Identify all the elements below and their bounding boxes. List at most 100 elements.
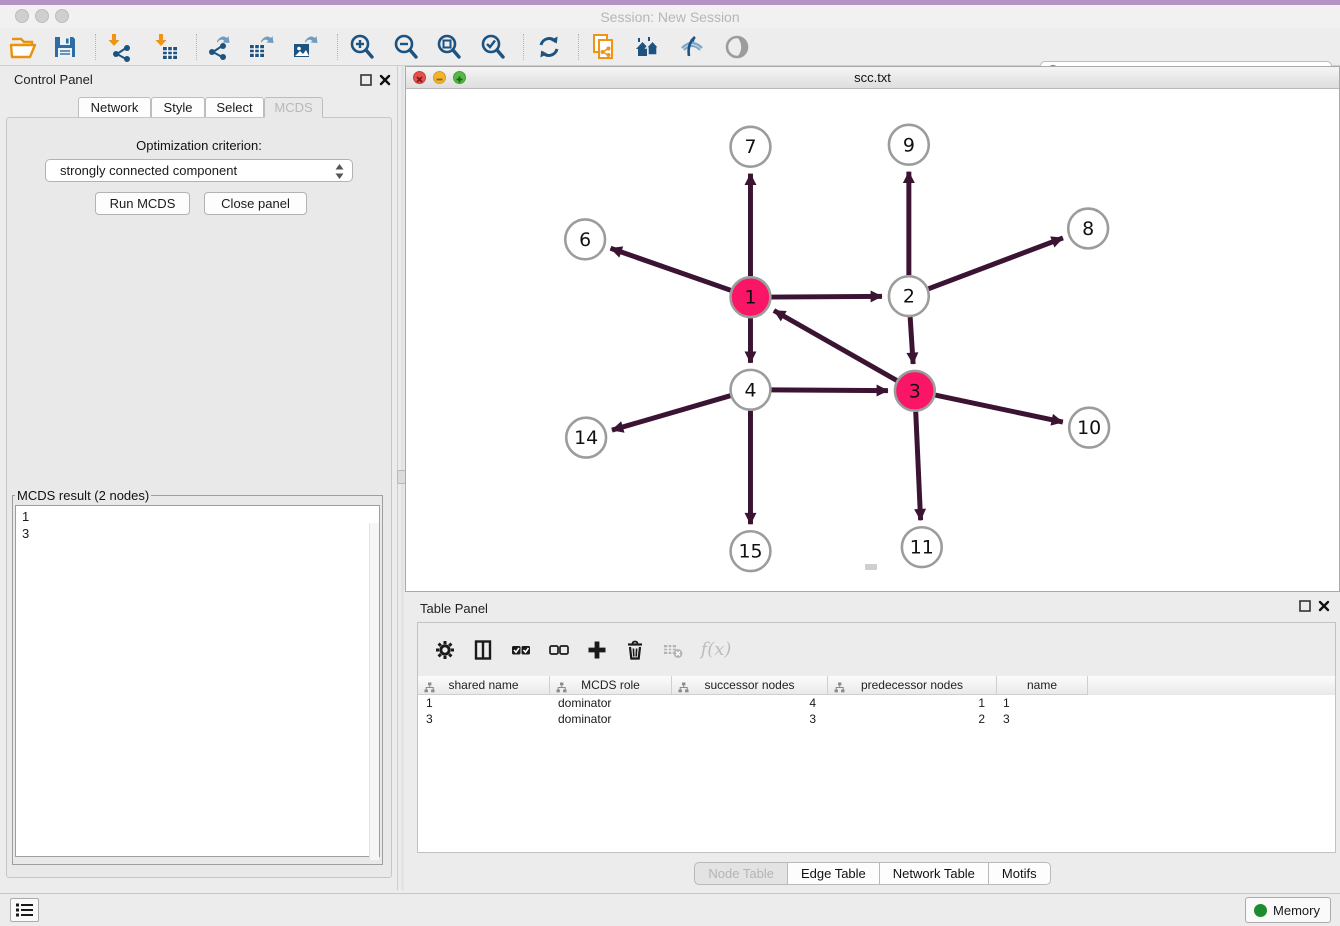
tab-network-table[interactable]: Network Table	[880, 862, 989, 885]
toolbar-separator	[196, 34, 197, 60]
deselect-all-icon[interactable]	[540, 632, 578, 668]
close-panel-icon[interactable]	[379, 73, 391, 85]
table-row[interactable]: 3 dominator 3 2 3	[418, 711, 1335, 727]
list-icon	[16, 903, 33, 917]
cell-predecessor-nodes[interactable]: 1	[828, 695, 997, 711]
refresh-view-icon[interactable]	[530, 31, 568, 63]
graph-edge-3-10[interactable]	[935, 395, 1063, 422]
graph-node-label-14: 14	[574, 427, 598, 449]
graph-node-label-8: 8	[1082, 218, 1094, 240]
tab-select[interactable]: Select	[205, 97, 264, 118]
graph-node-label-4: 4	[744, 379, 756, 401]
graph-edge-4-14[interactable]	[612, 396, 730, 430]
cell-predecessor-nodes[interactable]: 2	[828, 711, 997, 727]
graph-node-label-15: 15	[738, 541, 762, 563]
cell-mcds-role[interactable]: dominator	[550, 711, 672, 727]
tab-network[interactable]: Network	[78, 97, 151, 118]
cell-name[interactable]: 1	[997, 695, 1088, 711]
tab-style[interactable]: Style	[151, 97, 205, 118]
toolbar-separator	[337, 34, 338, 60]
table-panel-title: Table Panel	[420, 601, 488, 616]
cell-mcds-role[interactable]: dominator	[550, 695, 672, 711]
node-table: shared name MCDS role successor nodes pr…	[418, 676, 1335, 727]
graph-node-label-9: 9	[903, 134, 915, 156]
hide-selected-icon[interactable]	[673, 31, 711, 63]
graph-edge-2-3[interactable]	[910, 317, 913, 364]
float-table-panel-icon[interactable]	[1299, 599, 1311, 611]
memory-status-icon	[1254, 904, 1267, 917]
column-header-predecessor-nodes[interactable]: predecessor nodes	[828, 676, 997, 695]
application-window: Session: New Session	[0, 0, 1340, 926]
cell-successor-nodes[interactable]: 3	[672, 711, 828, 727]
show-column-icon[interactable]	[464, 632, 502, 668]
zoom-selected-icon[interactable]	[474, 31, 512, 63]
titlebar: Session: New Session	[0, 5, 1340, 28]
mcds-result-group: MCDS result (2 nodes) 1 3	[12, 488, 383, 865]
graph-node-label-7: 7	[744, 136, 756, 158]
graph-node-label-6: 6	[579, 229, 591, 251]
zoom-out-icon[interactable]	[387, 31, 425, 63]
result-scrollbar[interactable]	[369, 523, 379, 860]
graph-edge-3-1[interactable]	[774, 311, 897, 381]
run-mcds-button[interactable]: Run MCDS	[95, 192, 190, 215]
graph-edge-4-3[interactable]	[771, 390, 888, 391]
column-header-successor-nodes[interactable]: successor nodes	[672, 676, 828, 695]
horizontal-splitter-handle[interactable]	[865, 564, 877, 570]
optimization-criterion-label: Optimization criterion:	[7, 138, 391, 153]
task-history-button[interactable]	[10, 898, 39, 922]
network-canvas[interactable]: 1234678910111415	[406, 89, 1339, 591]
graph-edge-1-2[interactable]	[771, 296, 882, 297]
cell-name[interactable]: 3	[997, 711, 1088, 727]
cell-successor-nodes[interactable]: 4	[672, 695, 828, 711]
zoom-fit-icon[interactable]	[430, 31, 468, 63]
column-header-shared-name[interactable]: shared name	[418, 676, 550, 695]
tab-edge-table[interactable]: Edge Table	[788, 862, 880, 885]
delete-table-icon[interactable]	[654, 632, 692, 668]
graph-node-label-11: 11	[910, 537, 934, 559]
select-chevrons-icon	[334, 163, 345, 186]
network-view-window: scc.txt 1234678910111415	[405, 66, 1340, 592]
export-network-icon[interactable]	[199, 31, 237, 63]
graph-edge-2-8[interactable]	[928, 238, 1063, 289]
mcds-result-text[interactable]: 1 3	[15, 505, 380, 857]
export-image-icon[interactable]	[286, 31, 324, 63]
session-title: Session: New Session	[0, 9, 1340, 25]
tab-node-table[interactable]: Node Table	[694, 862, 788, 885]
zoom-in-icon[interactable]	[343, 31, 381, 63]
tab-mcds[interactable]: MCDS	[264, 97, 323, 118]
toolbar-separator	[95, 34, 96, 60]
float-panel-icon[interactable]	[360, 73, 372, 85]
column-header-name[interactable]: name	[997, 676, 1088, 695]
network-from-clipboard-icon[interactable]	[585, 31, 623, 63]
export-table-icon[interactable]	[242, 31, 280, 63]
control-panel: Control Panel Network Style Select MCDS …	[0, 66, 398, 890]
delete-column-icon[interactable]	[616, 632, 654, 668]
network-graph[interactable]: 1234678910111415	[406, 89, 1339, 591]
tab-motifs[interactable]: Motifs	[989, 862, 1051, 885]
graph-edge-3-11[interactable]	[916, 412, 921, 521]
cell-shared-name[interactable]: 1	[418, 695, 550, 711]
import-table-icon[interactable]	[147, 31, 185, 63]
optimization-criterion-select[interactable]: strongly connected component	[45, 159, 353, 182]
save-session-icon[interactable]	[46, 31, 84, 63]
show-all-icon[interactable]	[718, 31, 756, 63]
column-header-mcds-role[interactable]: MCDS role	[550, 676, 672, 695]
table-header-row: shared name MCDS role successor nodes pr…	[418, 676, 1335, 695]
table-options-icon[interactable]	[426, 632, 464, 668]
add-column-icon[interactable]	[578, 632, 616, 668]
attribute-type-icon	[678, 680, 689, 698]
close-table-panel-icon[interactable]	[1318, 599, 1330, 611]
equation-builder-icon[interactable]: f(x)	[692, 632, 740, 668]
select-all-icon[interactable]	[502, 632, 540, 668]
cell-shared-name[interactable]: 3	[418, 711, 550, 727]
graph-edge-1-6[interactable]	[611, 248, 731, 290]
status-bar: Memory	[0, 893, 1340, 926]
import-network-icon[interactable]	[100, 31, 138, 63]
close-panel-button[interactable]: Close panel	[204, 192, 307, 215]
network-window-titlebar[interactable]: scc.txt	[406, 67, 1339, 89]
first-neighbors-icon[interactable]	[629, 31, 667, 63]
memory-button[interactable]: Memory	[1245, 897, 1331, 923]
open-file-icon[interactable]	[4, 31, 42, 63]
toolbar-separator	[578, 34, 579, 60]
table-toolbar: f(x)	[418, 623, 1335, 676]
